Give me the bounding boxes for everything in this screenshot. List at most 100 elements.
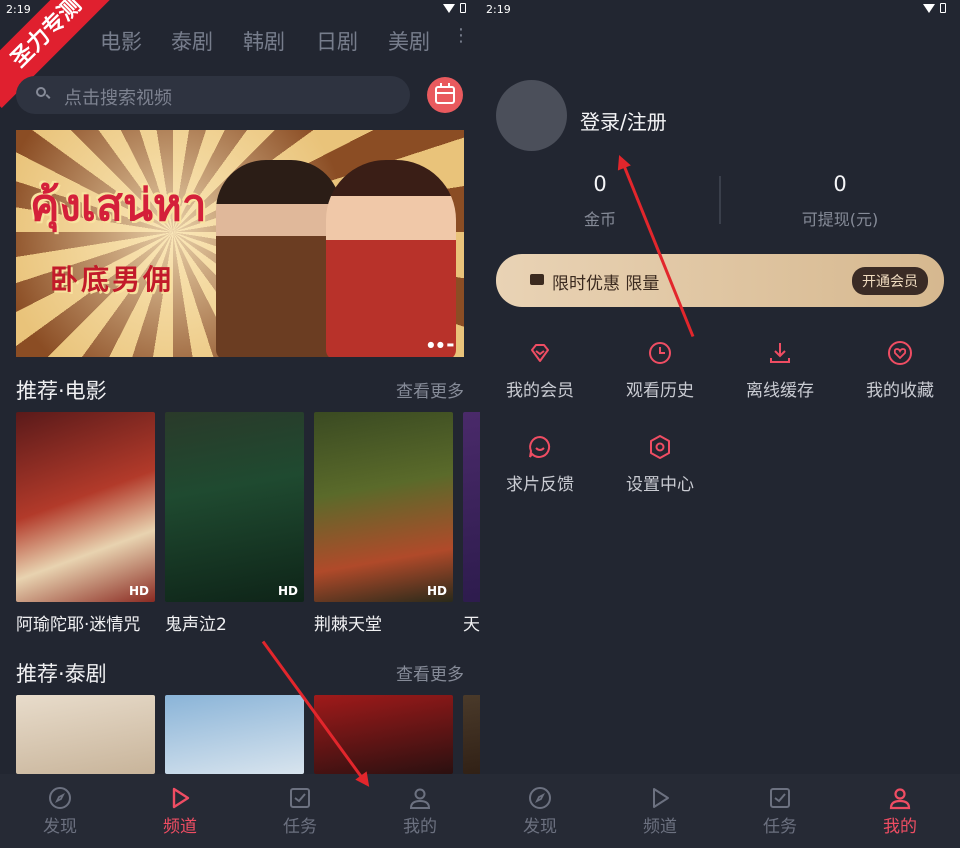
- banner-actor: [216, 160, 341, 357]
- poster-label: 鬼声泣2: [165, 615, 227, 635]
- poster-movie-3[interactable]: HD: [314, 412, 453, 602]
- tab-movie[interactable]: 电影: [100, 26, 142, 56]
- poster-label: 阿瑜陀耶·迷情咒: [16, 615, 141, 635]
- calendar-icon: [435, 83, 455, 104]
- stat-divider: [719, 176, 721, 224]
- section-title-movies: 推荐·电影: [16, 379, 107, 403]
- banner-actress: [326, 160, 456, 357]
- nav-tasks[interactable]: 任务: [240, 774, 360, 848]
- func-settings[interactable]: 设置中心: [600, 434, 720, 506]
- bottom-nav: 发现 频道 任务 我的: [0, 774, 480, 848]
- nav-label: 我的: [403, 817, 437, 837]
- nav-mine[interactable]: 我的: [840, 774, 960, 848]
- see-more-thai[interactable]: 查看更多: [396, 660, 464, 685]
- withdrawable-value: 0: [833, 172, 847, 196]
- login-register-link[interactable]: 登录/注册: [580, 106, 667, 135]
- nav-label: 频道: [643, 817, 677, 837]
- func-request-feedback[interactable]: 求片反馈: [480, 434, 600, 506]
- tab-japanese-drama[interactable]: 日剧: [316, 26, 358, 56]
- func-label: 求片反馈: [506, 475, 574, 495]
- system-icons: [922, 2, 946, 15]
- nav-label: 频道: [163, 817, 197, 837]
- nav-mine[interactable]: 我的: [360, 774, 480, 848]
- poster-movie-4[interactable]: [463, 412, 480, 602]
- user-icon: [889, 788, 911, 810]
- wifi-icon: [442, 4, 455, 13]
- hd-badge: HD: [426, 584, 447, 598]
- search-icon: [36, 87, 46, 97]
- download-icon: [770, 343, 790, 363]
- func-watch-history[interactable]: 观看历史: [600, 340, 720, 412]
- banner-cn-title: 卧底男佣: [50, 263, 175, 296]
- channel-screen: 2:19 电影 泰剧 韩剧 日剧 美剧 ⋮ 圣力专测 点击搜索视频 คุ้งเส…: [0, 0, 480, 848]
- vip-promo-bar[interactable]: 限时优惠 限量 开通会员: [496, 254, 944, 307]
- tab-thai-drama[interactable]: 泰剧: [171, 26, 213, 56]
- func-offline-cache[interactable]: 离线缓存: [720, 340, 840, 412]
- play-icon: [172, 787, 190, 809]
- withdrawable-label: 可提现(元): [801, 210, 879, 229]
- status-bar: 2:19: [480, 0, 960, 20]
- open-vip-button[interactable]: 开通会员: [852, 267, 928, 295]
- status-time: 2:19: [486, 3, 511, 16]
- tab-us-drama[interactable]: 美剧: [388, 26, 430, 56]
- heart-icon: [888, 341, 912, 365]
- battery-icon: [940, 3, 946, 13]
- search-input[interactable]: 点击搜索视频: [16, 76, 410, 114]
- coins-value: 0: [593, 172, 607, 196]
- func-label: 我的收藏: [866, 381, 934, 401]
- bottom-nav: 发现 频道 任务 我的: [480, 774, 960, 848]
- compass-icon: [49, 787, 71, 809]
- ticket-icon: [530, 274, 544, 285]
- poster-thai-1[interactable]: [16, 695, 155, 774]
- banner-thai-title: คุ้งเสน่หา: [30, 180, 207, 231]
- see-more-movies[interactable]: 查看更多: [396, 377, 464, 402]
- nav-label: 发现: [43, 817, 77, 837]
- nav-label: 任务: [283, 817, 317, 837]
- nav-tasks[interactable]: 任务: [720, 774, 840, 848]
- feedback-icon: [529, 435, 551, 458]
- nav-label: 发现: [523, 817, 557, 837]
- nav-discover[interactable]: 发现: [0, 774, 120, 848]
- func-label: 观看历史: [626, 381, 694, 401]
- nav-discover[interactable]: 发现: [480, 774, 600, 848]
- tab-korean-drama[interactable]: 韩剧: [243, 26, 285, 56]
- system-icons: [442, 2, 466, 15]
- poster-thai-3[interactable]: [314, 695, 453, 774]
- banner-pager: ● ● ▬: [427, 340, 454, 349]
- nav-label: 任务: [763, 817, 797, 837]
- func-label: 离线缓存: [746, 381, 814, 401]
- user-icon: [409, 788, 431, 809]
- avatar[interactable]: [496, 80, 567, 151]
- poster-thai-4[interactable]: [463, 695, 480, 774]
- nav-channel[interactable]: 频道: [120, 774, 240, 848]
- hd-badge: HD: [277, 584, 298, 598]
- nav-label: 我的: [883, 817, 917, 837]
- settings-icon: [650, 435, 670, 459]
- clock-icon: [649, 342, 671, 364]
- compass-icon: [529, 787, 551, 809]
- func-label: 设置中心: [626, 475, 694, 495]
- battery-icon: [460, 3, 466, 13]
- featured-banner[interactable]: คุ้งเสน่หา 卧底男佣 ● ● ▬: [16, 130, 464, 357]
- section-title-thai: 推荐·泰剧: [16, 662, 107, 686]
- poster-movie-1[interactable]: HD: [16, 412, 155, 602]
- func-my-vip[interactable]: 我的会员: [480, 340, 600, 412]
- more-tabs-icon[interactable]: ⋮: [452, 25, 470, 46]
- play-icon: [653, 788, 669, 808]
- func-favorites[interactable]: 我的收藏: [840, 340, 960, 412]
- func-label: 我的会员: [506, 381, 574, 401]
- wifi-icon: [922, 4, 935, 13]
- task-icon: [290, 788, 310, 808]
- diamond-icon: [531, 344, 549, 362]
- search-placeholder: 点击搜索视频: [64, 88, 172, 109]
- task-icon: [770, 788, 790, 808]
- status-time: 2:19: [6, 3, 31, 16]
- poster-movie-2[interactable]: HD: [165, 412, 304, 602]
- nav-channel[interactable]: 频道: [600, 774, 720, 848]
- schedule-button[interactable]: [427, 77, 463, 113]
- poster-thai-2[interactable]: [165, 695, 304, 774]
- hd-badge: HD: [128, 584, 149, 598]
- poster-label: 天: [463, 615, 480, 635]
- poster-label: 荆棘天堂: [314, 615, 382, 635]
- vip-promo-text: 限时优惠 限量: [552, 274, 660, 294]
